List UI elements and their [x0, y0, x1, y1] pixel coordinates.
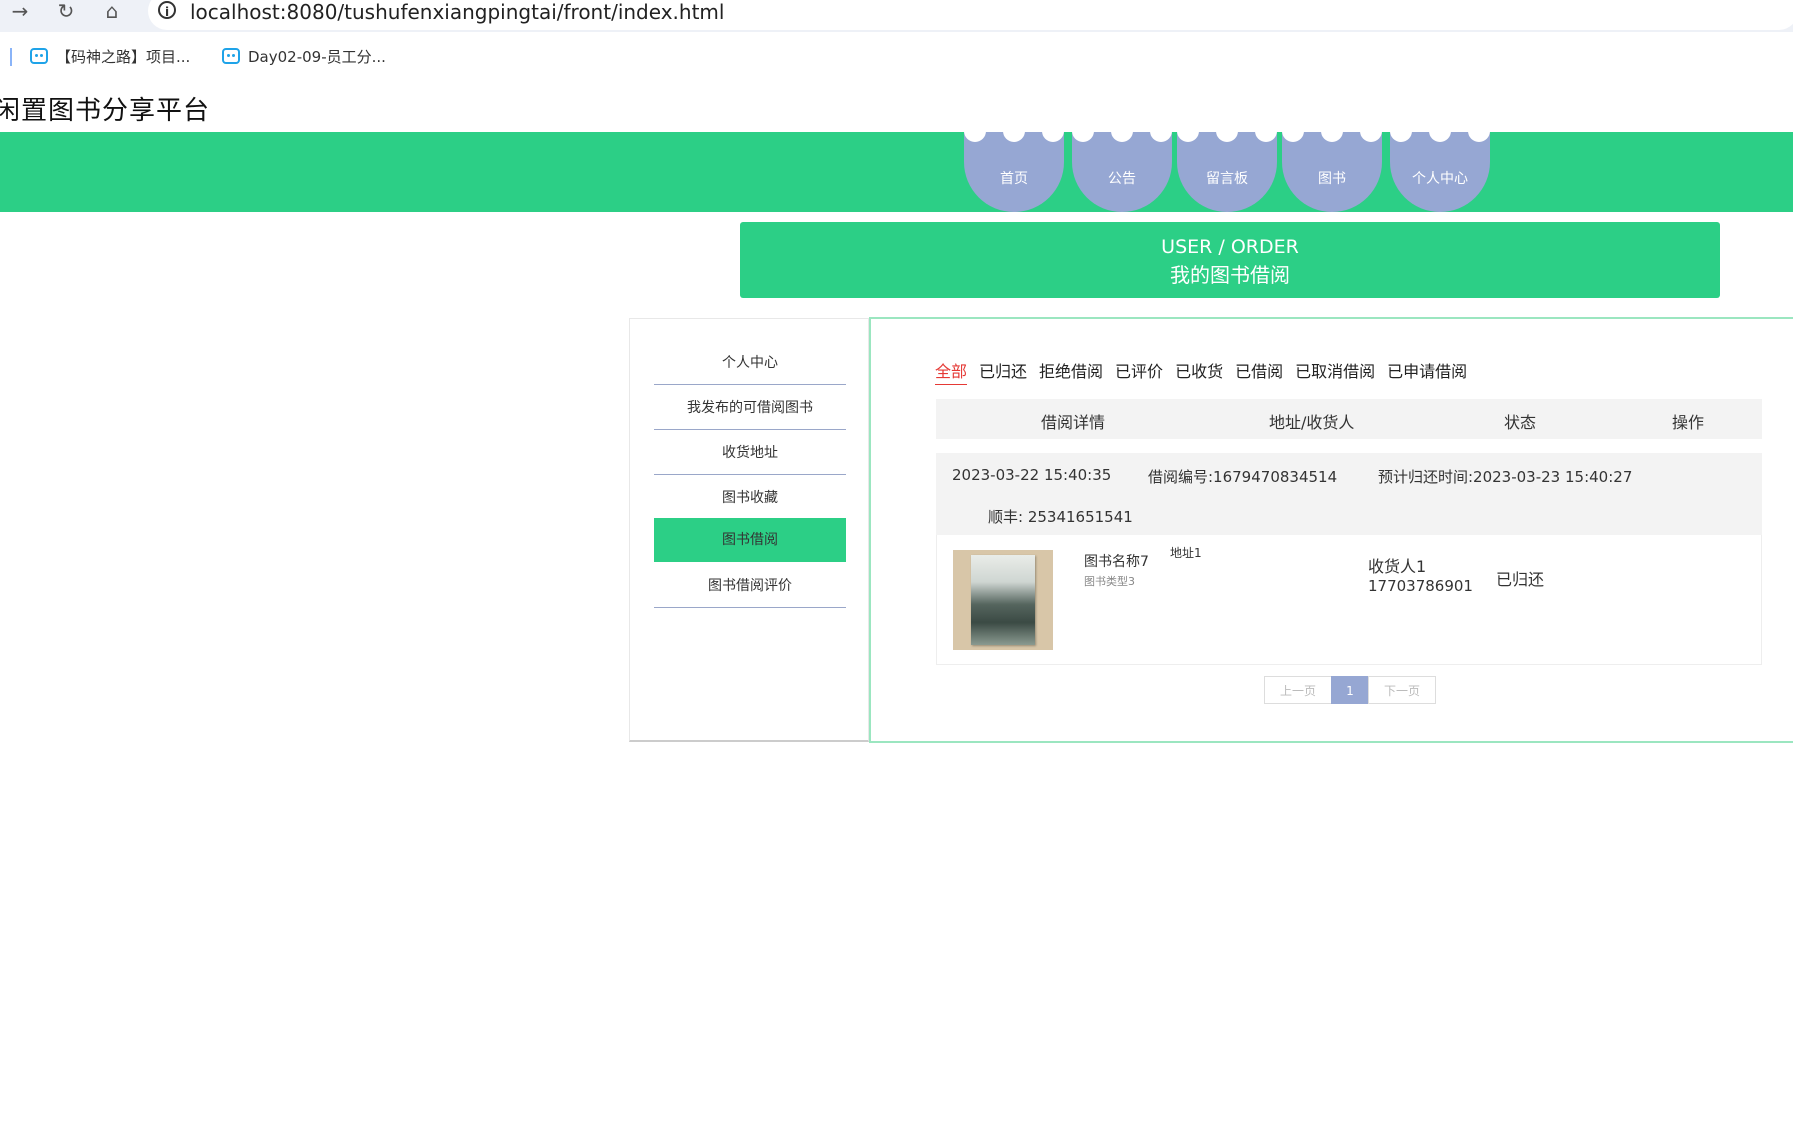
tab-all[interactable]: 全部	[935, 358, 968, 385]
order-time: 2023-03-22 15:40:35	[952, 466, 1112, 484]
user-sidebar: 个人中心 我发布的可借阅图书 收货地址 图书收藏 图书借阅 图书借阅评价	[629, 318, 869, 742]
bookmarks-divider	[10, 48, 12, 66]
table-row: 图书名称7 图书类型3 地址1 收货人1 17703786901 已归还	[936, 535, 1762, 665]
banner-title: 我的图书借阅	[1170, 263, 1290, 287]
sidebar-item-user-center[interactable]: 个人中心	[654, 341, 846, 385]
url-text[interactable]: localhost:8080/tushufenxiangpingtai/fron…	[190, 0, 724, 24]
reload-icon[interactable]: ↻	[52, 0, 80, 24]
page-banner: USER / ORDER 我的图书借阅	[740, 222, 1720, 298]
nav-scallop	[1429, 120, 1451, 142]
nav-scallop	[1177, 120, 1199, 142]
bilibili-icon	[222, 48, 240, 64]
top-nav-bar	[0, 132, 1793, 212]
sidebar-item-my-books[interactable]: 我发布的可借阅图书	[654, 386, 846, 430]
header-status: 状态	[1504, 413, 1537, 432]
prev-page-button[interactable]: 上一页	[1264, 676, 1332, 704]
nav-scallop	[1216, 120, 1238, 142]
nav-scallop	[1072, 120, 1094, 142]
bilibili-icon	[30, 48, 48, 64]
nav-scallop	[1360, 120, 1382, 142]
order-due-time: 预计归还时间:2023-03-23 15:40:27	[1378, 468, 1633, 486]
book-address: 地址1	[1170, 546, 1202, 560]
book-type: 图书类型3	[1084, 575, 1135, 588]
nav-label: 公告	[1108, 171, 1136, 187]
bookmark-item[interactable]: 【码神之路】项目...	[30, 46, 190, 68]
header-actions: 操作	[1672, 413, 1705, 432]
bookmarks-bar: 【码神之路】项目... Day02-09-员工分...	[0, 40, 1793, 74]
tab-rejected[interactable]: 拒绝借阅	[1039, 358, 1103, 384]
nav-scallop	[1150, 120, 1172, 142]
status-tabs: 全部 已归还 拒绝借阅 已评价 已收货 已借阅 已取消借阅 已申请借阅	[935, 358, 1479, 385]
nav-label: 留言板	[1206, 171, 1248, 187]
site-title: 闲置图书分享平台	[0, 96, 211, 126]
receiver-name: 收货人1	[1368, 557, 1427, 576]
tab-received[interactable]: 已收货	[1175, 358, 1223, 384]
table-header: 借阅详情 地址/收货人 状态 操作	[936, 399, 1762, 439]
order-header: 2023-03-22 15:40:35 借阅编号:1679470834514 预…	[936, 453, 1762, 535]
sidebar-item-borrow-review[interactable]: 图书借阅评价	[654, 564, 846, 608]
nav-scallop	[1255, 120, 1277, 142]
page-number-button[interactable]: 1	[1331, 676, 1369, 704]
sidebar-item-favorites[interactable]: 图书收藏	[654, 476, 846, 520]
header-borrow-detail: 借阅详情	[1041, 413, 1106, 432]
bookmark-item[interactable]: Day02-09-员工分...	[222, 46, 386, 68]
nav-scallop	[1390, 120, 1412, 142]
tab-returned[interactable]: 已归还	[979, 358, 1027, 384]
info-icon[interactable]: i	[158, 1, 176, 19]
nav-scallop	[964, 120, 986, 142]
tab-reviewed[interactable]: 已评价	[1115, 358, 1163, 384]
nav-scallop	[1468, 120, 1490, 142]
book-cover-image[interactable]	[953, 550, 1053, 650]
nav-scallop	[1321, 120, 1343, 142]
home-icon[interactable]: ⌂	[98, 0, 126, 24]
nav-scallop	[1042, 120, 1064, 142]
nav-label: 首页	[1000, 171, 1028, 187]
order-status: 已归还	[1496, 570, 1545, 589]
bookmark-label: Day02-09-员工分...	[248, 48, 386, 66]
forward-icon[interactable]: →	[6, 0, 34, 24]
book-name: 图书名称7	[1084, 554, 1149, 570]
order-courier: 顺丰: 25341651541	[988, 508, 1133, 526]
nav-scallop	[1111, 120, 1133, 142]
address-bar[interactable]: i localhost:8080/tushufenxiangpingtai/fr…	[148, 0, 1793, 30]
tab-applied[interactable]: 已申请借阅	[1387, 358, 1467, 384]
banner-subtitle: USER / ORDER	[1161, 236, 1299, 258]
nav-label: 个人中心	[1412, 171, 1468, 187]
browser-toolbar: → ↻ ⌂ i localhost:8080/tushufenxiangping…	[0, 0, 1793, 32]
nav-scallop	[1282, 120, 1304, 142]
book-cover-art	[971, 555, 1035, 645]
next-page-button[interactable]: 下一页	[1368, 676, 1436, 704]
order-number: 借阅编号:1679470834514	[1148, 468, 1338, 486]
sidebar-item-address[interactable]: 收货地址	[654, 431, 846, 475]
tab-cancelled[interactable]: 已取消借阅	[1295, 358, 1375, 384]
header-address-receiver: 地址/收货人	[1269, 413, 1355, 432]
receiver-phone: 17703786901	[1368, 577, 1473, 595]
nav-label: 图书	[1318, 171, 1346, 187]
bookmark-label: 【码神之路】项目...	[56, 48, 191, 66]
tab-borrowed[interactable]: 已借阅	[1235, 358, 1283, 384]
nav-scallop	[1003, 120, 1025, 142]
sidebar-item-borrow[interactable]: 图书借阅	[654, 518, 846, 562]
